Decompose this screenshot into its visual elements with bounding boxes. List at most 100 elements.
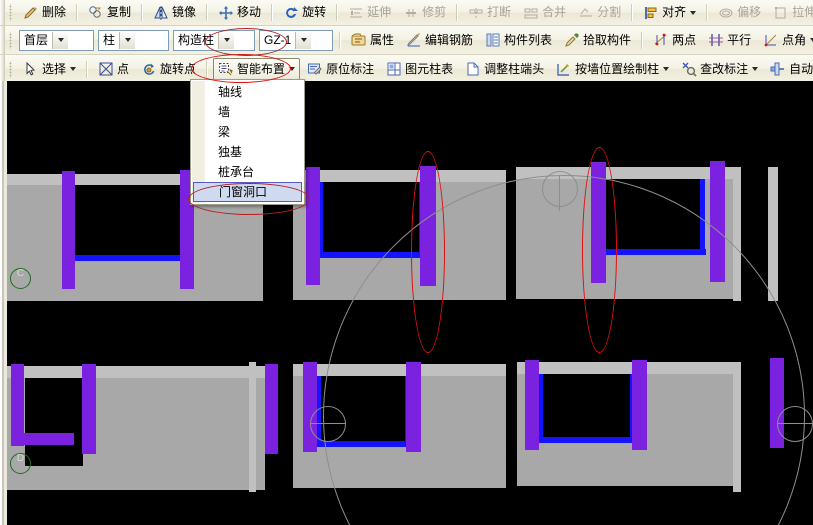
construction-circle-small: [542, 171, 578, 207]
combo-subtype-value: 构造柱: [178, 32, 215, 47]
smart-layout-button[interactable]: 智能布置: [213, 57, 301, 81]
column-table-button[interactable]: 图元柱表: [381, 58, 458, 81]
button-label: 复制: [107, 5, 132, 19]
menu-item-0[interactable]: 轴线: [191, 82, 304, 102]
eraser-button[interactable]: 删除: [18, 1, 71, 24]
toolbar-grip[interactable]: [8, 60, 15, 78]
button-label: 分割: [597, 5, 622, 19]
button-label: 移动: [237, 5, 262, 19]
structural-column[interactable]: [265, 364, 278, 454]
chevron-down-icon[interactable]: [295, 31, 312, 49]
button-label: 点: [117, 61, 130, 76]
point-angle-button[interactable]: 点角: [758, 29, 813, 52]
combo-category[interactable]: 柱: [98, 29, 169, 51]
button-label: 合并: [542, 5, 567, 19]
menu-item-4[interactable]: 桩承台: [191, 162, 304, 182]
combo-member[interactable]: GZ-1: [259, 29, 333, 51]
cursor-icon: [23, 61, 39, 77]
button-label: 旋转点: [160, 61, 197, 76]
room-void: [25, 378, 83, 466]
move-icon: [218, 5, 234, 21]
chevron-down-icon[interactable]: [690, 10, 697, 15]
drawing-toolbar: 选择 点 旋转点 智能布置 原位标注 图元柱表 调整柱端头 按墙位置绘制柱 查改标注 自动生成构造…: [0, 55, 813, 84]
toolbar-separator: [706, 4, 709, 21]
combo-category-value: 柱: [103, 32, 116, 47]
toolbar-separator: [271, 4, 274, 21]
trim-button: 修剪: [398, 1, 451, 24]
structural-column[interactable]: [303, 362, 317, 452]
chevron-down-icon[interactable]: [752, 67, 759, 71]
merge-icon: [523, 5, 539, 21]
combo-floor[interactable]: 首层: [19, 29, 94, 51]
copy-button[interactable]: 复制: [83, 1, 136, 24]
combo-subtype[interactable]: 构造柱: [173, 29, 255, 51]
cursor-button[interactable]: 选择: [18, 58, 81, 81]
menu-item-2[interactable]: 梁: [191, 122, 304, 142]
chevron-down-icon[interactable]: [218, 31, 235, 49]
button-label: 修剪: [422, 5, 447, 19]
in-place-annotate-button[interactable]: 原位标注: [302, 58, 379, 81]
smart-layout-icon: [218, 61, 234, 77]
point-angle-icon: [763, 32, 779, 48]
align-button[interactable]: 对齐: [638, 1, 701, 24]
structural-column[interactable]: [62, 171, 75, 289]
structural-column[interactable]: [306, 167, 320, 285]
auto-generate-button[interactable]: 自动生成构造柱: [765, 58, 813, 81]
column-table-icon: [386, 61, 402, 77]
button-label: 属性: [370, 32, 395, 47]
chevron-down-icon[interactable]: [70, 67, 77, 71]
construction-circle-small: [777, 406, 813, 442]
structural-column[interactable]: [11, 364, 24, 446]
wall-segment: [292, 170, 512, 182]
properties-button[interactable]: 属性: [346, 29, 399, 52]
menu-item-3[interactable]: 独基: [191, 142, 304, 162]
button-label: 镜像: [172, 5, 197, 19]
chevron-down-icon[interactable]: [289, 67, 296, 71]
combo-floor-value: 首层: [24, 32, 49, 47]
toolbar-separator: [456, 4, 459, 21]
chevron-down-icon[interactable]: [663, 67, 670, 71]
rotate-point-button[interactable]: 旋转点: [136, 58, 201, 81]
offset-icon: [718, 5, 734, 21]
structural-column[interactable]: [82, 364, 96, 454]
toolbar-grip[interactable]: [8, 31, 15, 49]
construction-circle-small: [310, 406, 346, 442]
toolbar-left-edge: [0, 55, 5, 83]
two-point-axis-button[interactable]: 两点: [648, 29, 701, 52]
button-label: 图元柱表: [405, 61, 454, 76]
menu-item-1[interactable]: 墙: [191, 102, 304, 122]
point-button[interactable]: 点: [93, 58, 134, 81]
eyedropper-button[interactable]: 拾取构件: [559, 29, 636, 52]
edit-toolbar: 删除复制镜像移动旋转延伸修剪打断合并分割对齐偏移拉伸设置夹点: [0, 0, 813, 26]
toolbar-separator: [206, 4, 209, 21]
parallel-axis-button[interactable]: 平行: [703, 29, 756, 52]
button-label: 按墙位置绘制柱: [575, 61, 660, 76]
button-label: 调整柱端头: [484, 61, 545, 76]
member-list-button[interactable]: 构件列表: [480, 29, 557, 52]
edit-annotation-button[interactable]: 查改标注: [676, 58, 763, 81]
split-icon: [578, 5, 594, 21]
button-label: 平行: [727, 32, 752, 47]
smart-layout-menu[interactable]: 轴线墙梁独基 桩承台 门窗洞口: [190, 79, 305, 205]
mirror-button[interactable]: 镜像: [148, 1, 201, 24]
extend-icon: [348, 5, 364, 21]
toolbar-separator: [141, 4, 144, 21]
break-button: 打断: [463, 1, 516, 24]
axis-marker: C: [10, 268, 31, 289]
rotate-button[interactable]: 旋转: [278, 1, 331, 24]
chevron-down-icon[interactable]: [119, 31, 136, 49]
toolbar-left-edge: [0, 0, 5, 25]
button-label: 查改标注: [700, 61, 749, 76]
chevron-down-icon[interactable]: [52, 31, 69, 49]
construction-axis-line: [310, 423, 346, 424]
toolbar-separator: [641, 31, 644, 49]
toolbar-separator: [206, 60, 209, 78]
draw-by-wall-button[interactable]: 按墙位置绘制柱: [551, 58, 674, 81]
move-button[interactable]: 移动: [213, 1, 266, 24]
rebar-edit-button[interactable]: 编辑钢筋: [401, 29, 478, 52]
offset-button: 偏移: [713, 1, 766, 24]
toolbar-grip[interactable]: [8, 4, 15, 21]
menu-item-5[interactable]: 门窗洞口: [193, 182, 302, 202]
drawing-canvas[interactable]: C D: [0, 81, 813, 525]
adjust-column-end-button[interactable]: 调整柱端头: [460, 58, 549, 81]
